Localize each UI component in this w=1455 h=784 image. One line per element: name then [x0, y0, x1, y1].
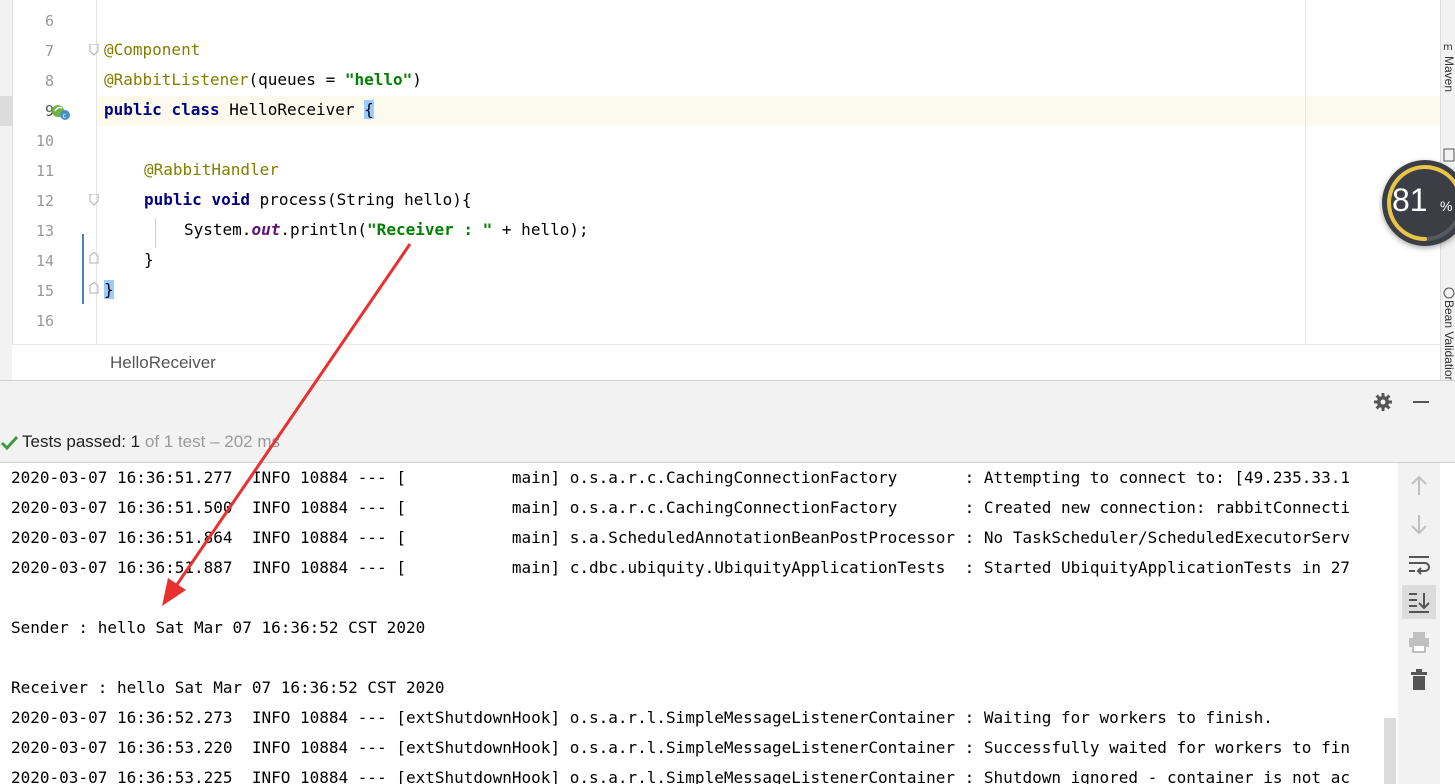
- maven-tab[interactable]: Maven: [1442, 56, 1455, 92]
- console-output[interactable]: 2020-03-07 16:36:51.277 INFO 10884 --- […: [0, 463, 1398, 784]
- change-marker: [82, 234, 84, 304]
- fold-marker-icon[interactable]: [88, 194, 100, 206]
- minimize-icon[interactable]: [1410, 391, 1432, 413]
- gear-icon[interactable]: [1372, 391, 1394, 413]
- line-number: 11: [35, 162, 54, 180]
- code-line-11: @RabbitHandler: [144, 160, 279, 179]
- fold-end-marker-icon[interactable]: [88, 252, 100, 264]
- bean-validation-tab[interactable]: Bean Validation: [1442, 300, 1455, 383]
- line-number-gutter: 6 7 8 9 10 11 12 13 14 15 16 c: [12, 0, 97, 344]
- line-number: 7: [44, 42, 54, 60]
- bean-validation-icon[interactable]: [1443, 286, 1455, 300]
- soft-wrap-icon[interactable]: [1406, 551, 1432, 577]
- console-line: 2020-03-07 16:36:52.273 INFO 10884 --- […: [11, 708, 1273, 727]
- console-line: 2020-03-07 16:36:51.864 INFO 10884 --- […: [11, 528, 1350, 547]
- breadcrumb[interactable]: HelloReceiver: [12, 344, 1440, 381]
- annotation-token: @RabbitListener: [104, 70, 249, 89]
- check-icon: [0, 435, 19, 451]
- annotation-token: @RabbitHandler: [144, 160, 279, 179]
- line-number: 14: [35, 252, 54, 270]
- console-scrollbar[interactable]: [1384, 718, 1396, 784]
- code-token: (queues =: [248, 70, 345, 89]
- class-name-token: HelloReceiver: [229, 100, 355, 119]
- static-field-token: out: [251, 220, 281, 239]
- line-number: 12: [35, 192, 54, 210]
- tests-passed-text: Tests passed: 1 of 1 test – 202 ms: [22, 432, 280, 452]
- breadcrumb-item[interactable]: HelloReceiver: [110, 353, 216, 373]
- left-strip-marker: [0, 96, 12, 126]
- console-line: 2020-03-07 16:36:53.225 INFO 10884 --- […: [11, 768, 1350, 784]
- line-number: 10: [35, 132, 54, 150]
- up-arrow-icon[interactable]: [1406, 473, 1432, 499]
- print-icon[interactable]: [1406, 629, 1432, 655]
- maven-icon[interactable]: m: [1443, 40, 1455, 52]
- console-toolbar: [1398, 463, 1440, 784]
- code-token: + hello);: [492, 220, 589, 239]
- gauge-unit: %: [1440, 198, 1453, 214]
- console-line: 2020-03-07 16:36:51.277 INFO 10884 --- […: [11, 468, 1350, 487]
- console-line: 2020-03-07 16:36:51.887 INFO 10884 --- […: [11, 558, 1350, 577]
- tests-total-text: of 1 test – 202 ms: [140, 432, 280, 451]
- code-line-7: @Component: [104, 40, 200, 59]
- line-number: 13: [35, 222, 54, 240]
- code-line-12: public void process(String hello){: [144, 190, 472, 209]
- string-token: "hello": [344, 70, 413, 89]
- keyword-token: void: [211, 190, 250, 209]
- console-line: Sender : hello Sat Mar 07 16:36:52 CST 2…: [11, 618, 426, 637]
- string-token: "Receiver : ": [367, 220, 493, 239]
- gauge-value: 81: [1392, 182, 1428, 218]
- code-line-8: @RabbitListener(queues = "hello"): [104, 70, 422, 89]
- line-number: 16: [35, 312, 54, 330]
- svg-text:m: m: [1443, 42, 1453, 52]
- keyword-token: class: [171, 100, 220, 119]
- code-token: ): [412, 70, 422, 89]
- matched-brace: }: [104, 280, 114, 299]
- line-number: 8: [44, 72, 54, 90]
- annotation-token: @Component: [104, 40, 201, 59]
- trash-icon[interactable]: [1406, 667, 1432, 693]
- line-number: 15: [35, 282, 54, 300]
- code-editor[interactable]: 6 7 8 9 10 11 12 13 14 15 16 c @Componen…: [0, 0, 1440, 344]
- matched-brace: {: [364, 100, 374, 119]
- console-line: 2020-03-07 16:36:53.220 INFO 10884 --- […: [11, 738, 1350, 757]
- run-panel-header: [0, 380, 1455, 423]
- keyword-token: public: [104, 100, 162, 119]
- fold-end-marker-icon[interactable]: [88, 282, 100, 294]
- test-status-bar: Tests passed: 1 of 1 test – 202 ms: [0, 422, 1455, 463]
- console-line: Receiver : hello Sat Mar 07 16:36:52 CST…: [11, 678, 445, 697]
- code-token: System.: [184, 220, 252, 239]
- fold-marker-icon[interactable]: [88, 44, 100, 56]
- scroll-to-end-icon[interactable]: [1406, 589, 1432, 615]
- indent-guide: [155, 218, 156, 248]
- console-line: 2020-03-07 16:36:51.500 INFO 10884 --- […: [11, 498, 1350, 517]
- tests-passed-count: 1: [130, 432, 141, 451]
- code-line-15: }: [104, 280, 114, 299]
- tests-passed-label: Tests passed:: [22, 432, 131, 451]
- code-line-14: }: [144, 250, 154, 269]
- keyword-token: public: [144, 190, 202, 209]
- down-arrow-icon[interactable]: [1406, 511, 1432, 537]
- line-number: 6: [44, 12, 54, 30]
- code-line-13: System.out.println("Receiver : " + hello…: [184, 220, 589, 239]
- svg-text:c: c: [63, 112, 67, 120]
- left-tool-strip: [0, 0, 13, 380]
- code-token: .println(: [280, 220, 368, 239]
- code-token: process(String hello){: [259, 190, 472, 209]
- right-margin-guide: [1305, 0, 1306, 344]
- code-line-9: public class HelloReceiver {: [104, 100, 374, 119]
- spring-bean-icon[interactable]: c: [50, 102, 72, 122]
- usage-gauge[interactable]: 81 %: [1382, 160, 1455, 246]
